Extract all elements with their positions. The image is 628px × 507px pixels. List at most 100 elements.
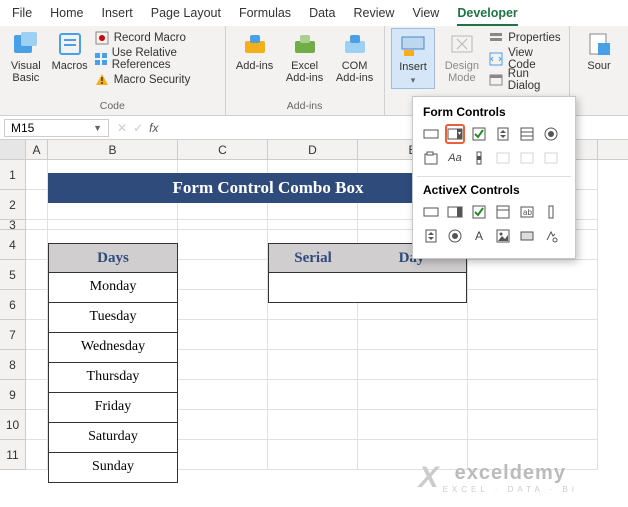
row-header[interactable]: 2	[0, 190, 26, 220]
name-box[interactable]: M15 ▼	[4, 119, 109, 137]
form-label-icon[interactable]: Aa	[445, 148, 465, 168]
ax-textbox-icon[interactable]: ab	[517, 202, 537, 222]
cancel-formula-icon[interactable]: ✕	[117, 121, 127, 135]
ax-morecontrols-icon[interactable]	[541, 226, 561, 246]
watermark-logo-icon: X	[419, 461, 437, 495]
design-mode-button[interactable]: Design Mode	[439, 28, 484, 86]
row-header[interactable]: 1	[0, 160, 26, 190]
day-cell[interactable]: Tuesday	[48, 303, 178, 333]
day-cell[interactable]: Wednesday	[48, 333, 178, 363]
excel-addins-button[interactable]: Excel Add-ins	[282, 28, 328, 86]
ax-image-icon[interactable]	[493, 226, 513, 246]
tab-data[interactable]: Data	[309, 6, 335, 26]
row-header[interactable]: 4	[0, 230, 26, 260]
chevron-down-icon: ▾	[411, 75, 416, 86]
day-cell[interactable]: Saturday	[48, 423, 178, 453]
com-addins-label: COM Add-ins	[334, 60, 376, 84]
excel-addins-label: Excel Add-ins	[284, 60, 326, 84]
menu-tabs: File Home Insert Page Layout Formulas Da…	[0, 0, 628, 26]
row-header[interactable]: 11	[0, 440, 26, 470]
row-header[interactable]: 10	[0, 410, 26, 440]
addins-button[interactable]: Add-ins	[232, 28, 278, 74]
tab-review[interactable]: Review	[353, 6, 394, 26]
macros-icon	[56, 30, 84, 58]
activex-controls-title: ActiveX Controls	[421, 181, 567, 202]
form-button-icon[interactable]	[421, 124, 441, 144]
day-cell[interactable]: Friday	[48, 393, 178, 423]
fx-icon[interactable]: fx	[149, 121, 158, 135]
ax-togglebutton-icon[interactable]	[517, 226, 537, 246]
view-code-icon	[488, 51, 504, 67]
form-textfield-icon	[493, 148, 513, 168]
properties-label: Properties	[508, 32, 560, 44]
tab-developer[interactable]: Developer	[457, 6, 517, 26]
col-header-d[interactable]: D	[268, 140, 358, 159]
ax-label-icon[interactable]: A	[469, 226, 489, 246]
col-header-c[interactable]: C	[178, 140, 268, 159]
visual-basic-icon	[12, 30, 40, 58]
day-value-cell[interactable]	[357, 273, 467, 303]
form-combobox-icon[interactable]	[445, 124, 465, 144]
chevron-down-icon[interactable]: ▼	[93, 123, 102, 133]
run-dialog-button[interactable]: Run Dialog	[488, 70, 563, 90]
record-macro-button[interactable]: Record Macro	[94, 28, 219, 48]
row-header[interactable]: 9	[0, 380, 26, 410]
ax-optionbutton-icon[interactable]	[445, 226, 465, 246]
tab-view[interactable]: View	[412, 6, 439, 26]
source-icon	[585, 30, 613, 58]
row-header[interactable]: 7	[0, 320, 26, 350]
form-spinner-icon[interactable]	[493, 124, 513, 144]
days-header-cell[interactable]: Days	[48, 243, 178, 273]
addins-label: Add-ins	[236, 60, 273, 72]
form-scrollbar-icon[interactable]	[469, 148, 489, 168]
design-mode-icon	[448, 30, 476, 58]
run-dialog-icon	[488, 72, 504, 88]
row-header[interactable]: 8	[0, 350, 26, 380]
tab-home[interactable]: Home	[50, 6, 83, 26]
row-header[interactable]: 5	[0, 260, 26, 290]
ax-checkbox-icon[interactable]	[469, 202, 489, 222]
properties-button[interactable]: Properties	[488, 28, 563, 48]
row-header[interactable]: 6	[0, 290, 26, 320]
source-button[interactable]: Sour	[576, 28, 622, 74]
day-cell[interactable]: Monday	[48, 273, 178, 303]
tab-formulas[interactable]: Formulas	[239, 6, 291, 26]
com-addins-button[interactable]: COM Add-ins	[332, 28, 378, 86]
visual-basic-button[interactable]: Visual Basic	[6, 28, 46, 86]
use-relative-references-button[interactable]: Use Relative References	[94, 49, 219, 69]
visual-basic-label: Visual Basic	[8, 60, 44, 84]
select-all-triangle[interactable]	[0, 140, 26, 159]
day-cell[interactable]: Thursday	[48, 363, 178, 393]
record-macro-icon	[94, 30, 110, 46]
ribbon-group-addins-label: Add-ins	[232, 99, 378, 113]
accept-formula-icon[interactable]: ✓	[133, 121, 143, 135]
ax-listbox-icon[interactable]	[493, 202, 513, 222]
run-dialog-label: Run Dialog	[508, 68, 563, 92]
form-checkbox-icon[interactable]	[469, 124, 489, 144]
serial-header-cell[interactable]: Serial	[268, 243, 358, 273]
row-header[interactable]: 3	[0, 220, 26, 230]
day-cell[interactable]: Sunday	[48, 453, 178, 483]
view-code-button[interactable]: View Code	[488, 49, 563, 69]
ax-scrollbar-icon[interactable]	[541, 202, 561, 222]
ax-combobox-icon[interactable]	[445, 202, 465, 222]
macro-security-button[interactable]: Macro Security	[94, 70, 219, 90]
tab-insert[interactable]: Insert	[102, 6, 133, 26]
serial-value-cell[interactable]	[268, 273, 358, 303]
form-optionbutton-icon[interactable]	[541, 124, 561, 144]
ribbon-group-code-label: Code	[6, 99, 219, 113]
col-header-a[interactable]: A	[26, 140, 48, 159]
ribbon-group-addins: Add-ins Excel Add-ins COM Add-ins Add-in…	[226, 26, 385, 115]
ribbon-group-xml: Sour	[570, 26, 628, 115]
design-mode-label: Design Mode	[441, 60, 482, 84]
insert-control-button[interactable]: Insert ▾	[391, 28, 436, 89]
col-header-b[interactable]: B	[48, 140, 178, 159]
tab-file[interactable]: File	[12, 6, 32, 26]
form-groupbox-icon[interactable]	[421, 148, 441, 168]
form-listbox-icon[interactable]	[517, 124, 537, 144]
ax-commandbutton-icon[interactable]	[421, 202, 441, 222]
addins-icon	[241, 30, 269, 58]
ax-spinbutton-icon[interactable]	[421, 226, 441, 246]
macros-button[interactable]: Macros	[50, 28, 90, 74]
tab-page-layout[interactable]: Page Layout	[151, 6, 221, 26]
